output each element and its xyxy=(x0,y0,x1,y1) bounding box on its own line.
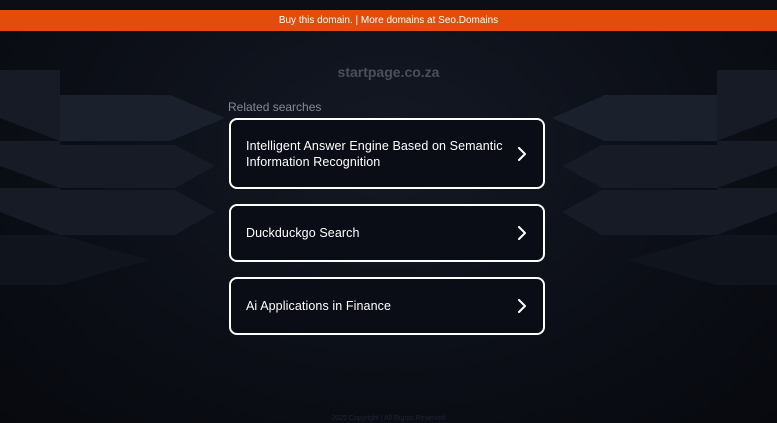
buy-domain-banner[interactable]: Buy this domain. | More domains at Seo.D… xyxy=(0,10,777,31)
related-search-label: Intelligent Answer Engine Based on Seman… xyxy=(246,138,503,169)
related-search-label: Ai Applications in Finance xyxy=(246,299,392,313)
related-search-item[interactable]: Duckduckgo Search xyxy=(229,204,545,262)
related-search-label: Duckduckgo Search xyxy=(246,226,360,240)
chevron-right-icon xyxy=(518,299,526,313)
parked-domain-page: Buy this domain. | More domains at Seo.D… xyxy=(0,0,777,423)
related-searches-heading: Related searches xyxy=(228,100,322,114)
related-search-item[interactable]: Intelligent Answer Engine Based on Seman… xyxy=(229,118,545,189)
related-search-item[interactable]: Ai Applications in Finance xyxy=(229,277,545,335)
chevron-right-icon xyxy=(518,226,526,240)
footer-copyright: 2025 Copyright | All Rights Reserved xyxy=(331,415,446,422)
top-strip xyxy=(0,0,777,10)
domain-title: startpage.co.za xyxy=(337,64,440,80)
chevron-right-icon xyxy=(518,146,526,161)
